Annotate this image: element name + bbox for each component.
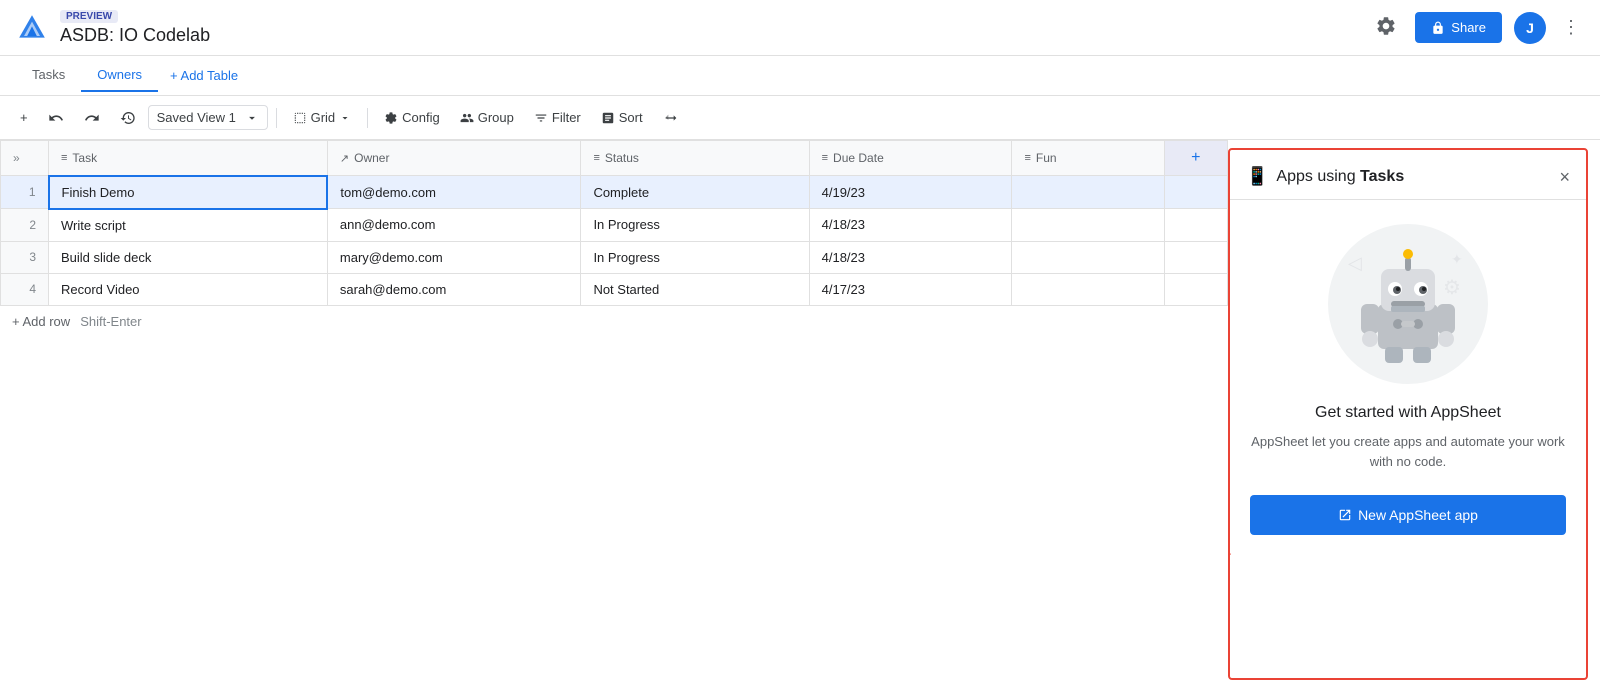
apps-panel: 📱 Apps using Tasks × — [1228, 148, 1588, 680]
tab-bar: Tasks Owners + Add Table — [0, 56, 1600, 96]
due-date-cell-3[interactable]: 4/18/23 — [809, 241, 1012, 273]
panel-description: AppSheet let you create apps and automat… — [1250, 432, 1566, 471]
table-row[interactable]: 1 Finish Demo tom@demo.com Complete 4/19… — [1, 176, 1228, 209]
col-header-owner[interactable]: ↗ Owner — [327, 141, 581, 176]
table-row[interactable]: 3 Build slide deck mary@demo.com In Prog… — [1, 241, 1228, 273]
external-link-icon — [1338, 508, 1352, 522]
owner-cell-4[interactable]: sarah@demo.com — [327, 273, 581, 305]
table-area: » ≡ Task ↗ Owner — [0, 140, 1228, 688]
fun-cell-2[interactable] — [1012, 209, 1164, 242]
toolbar: + Saved View 1 Grid Config Group Filter … — [0, 96, 1600, 140]
filter-button[interactable]: Filter — [526, 105, 589, 130]
status-cell-1[interactable]: Complete — [581, 176, 809, 209]
panel-body: ◁ ✦ ⚙ Get started with AppSheet AppSheet… — [1230, 200, 1586, 678]
app-title: ASDB: IO Codelab — [60, 25, 1369, 46]
user-avatar[interactable]: J — [1514, 12, 1546, 44]
panel-heading: Get started with AppSheet — [1315, 404, 1501, 422]
task-cell-3[interactable]: Build slide deck — [49, 241, 328, 273]
extra-button[interactable] — [655, 105, 687, 131]
extra-cell-1 — [1164, 176, 1227, 209]
add-row-hint: Shift-Enter — [80, 314, 141, 329]
settings-button[interactable] — [1369, 9, 1403, 46]
status-col-icon: ≡ — [593, 152, 599, 164]
row-num-3: 3 — [1, 241, 49, 273]
panel-title: Apps using Tasks — [1276, 168, 1551, 186]
fun-col-icon: ≡ — [1024, 152, 1030, 164]
owner-cell-2[interactable]: ann@demo.com — [327, 209, 581, 242]
row-num-4: 4 — [1, 273, 49, 305]
add-table-button[interactable]: + Add Table — [158, 60, 250, 91]
svg-text:⚙: ⚙ — [1443, 277, 1461, 299]
col-header-fun[interactable]: ≡ Fun — [1012, 141, 1164, 176]
due-date-col-icon: ≡ — [822, 152, 828, 164]
svg-text:✦: ✦ — [1451, 251, 1463, 267]
col-header-task[interactable]: ≡ Task — [49, 141, 328, 176]
undo-button[interactable] — [40, 105, 72, 131]
table-header-row: » ≡ Task ↗ Owner — [1, 141, 1228, 176]
toolbar-divider-1 — [276, 108, 277, 128]
history-button[interactable] — [112, 105, 144, 131]
col-header-extra[interactable]: + — [1164, 141, 1227, 176]
due-date-cell-2[interactable]: 4/18/23 — [809, 209, 1012, 242]
panel-header: 📱 Apps using Tasks × — [1230, 150, 1586, 200]
title-area: PREVIEW ASDB: IO Codelab — [60, 10, 1369, 46]
new-appsheet-app-button[interactable]: New AppSheet app — [1250, 495, 1566, 535]
robot-svg: ◁ ✦ ⚙ — [1343, 239, 1473, 369]
owner-cell-1[interactable]: tom@demo.com — [327, 176, 581, 209]
toolbar-divider-2 — [367, 108, 368, 128]
add-button[interactable]: + — [12, 105, 36, 130]
task-cell-2[interactable]: Write script — [49, 209, 328, 242]
add-row-button[interactable]: + Add row Shift-Enter — [0, 306, 1228, 337]
more-options-button[interactable]: ⋮ — [1558, 13, 1584, 42]
tab-tasks[interactable]: Tasks — [16, 59, 81, 92]
row-num-1: 1 — [1, 176, 49, 209]
svg-text:◁: ◁ — [1348, 253, 1362, 273]
owner-cell-3[interactable]: mary@demo.com — [327, 241, 581, 273]
app-logo — [16, 12, 48, 44]
expand-col-header: » — [13, 151, 36, 165]
task-cell-1[interactable]: Finish Demo — [49, 176, 328, 209]
preview-badge: PREVIEW — [60, 10, 118, 23]
due-date-cell-1[interactable]: 4/19/23 — [809, 176, 1012, 209]
table-row[interactable]: 4 Record Video sarah@demo.com Not Starte… — [1, 273, 1228, 305]
top-right-actions: Share J ⋮ — [1369, 9, 1584, 46]
task-col-icon: ≡ — [61, 152, 67, 164]
extra-cell-2 — [1164, 209, 1227, 242]
owner-col-icon: ↗ — [340, 152, 349, 165]
view-selector-label: Saved View 1 — [157, 110, 236, 125]
col-header-due-date[interactable]: ≡ Due Date — [809, 141, 1012, 176]
grid-button[interactable]: Grid — [285, 105, 360, 130]
redo-button[interactable] — [76, 105, 108, 131]
main-area: » ≡ Task ↗ Owner — [0, 140, 1600, 688]
fun-cell-1[interactable] — [1012, 176, 1164, 209]
status-cell-3[interactable]: In Progress — [581, 241, 809, 273]
due-date-cell-4[interactable]: 4/17/23 — [809, 273, 1012, 305]
tab-owners[interactable]: Owners — [81, 59, 158, 92]
task-cell-4[interactable]: Record Video — [49, 273, 328, 305]
col-header-status[interactable]: ≡ Status — [581, 141, 809, 176]
share-button[interactable]: Share — [1415, 12, 1502, 43]
view-selector[interactable]: Saved View 1 — [148, 105, 268, 130]
extra-cell-3 — [1164, 241, 1227, 273]
top-bar: PREVIEW ASDB: IO Codelab Share J ⋮ — [0, 0, 1600, 56]
phone-icon: 📱 — [1246, 166, 1268, 187]
status-cell-2[interactable]: In Progress — [581, 209, 809, 242]
config-button[interactable]: Config — [376, 105, 448, 130]
status-cell-4[interactable]: Not Started — [581, 273, 809, 305]
robot-illustration: ◁ ✦ ⚙ — [1328, 224, 1488, 384]
row-num-2: 2 — [1, 209, 49, 242]
panel-close-button[interactable]: × — [1559, 168, 1570, 186]
sort-button[interactable]: Sort — [593, 105, 651, 130]
fun-cell-3[interactable] — [1012, 241, 1164, 273]
fun-cell-4[interactable] — [1012, 273, 1164, 305]
data-table: » ≡ Task ↗ Owner — [0, 140, 1228, 306]
group-button[interactable]: Group — [452, 105, 522, 130]
extra-cell-4 — [1164, 273, 1227, 305]
table-row[interactable]: 2 Write script ann@demo.com In Progress … — [1, 209, 1228, 242]
